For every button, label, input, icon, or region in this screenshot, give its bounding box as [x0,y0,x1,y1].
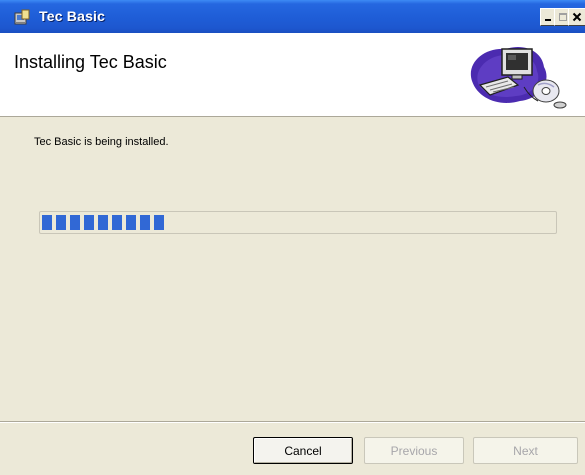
close-icon [572,12,582,22]
status-text: Tec Basic is being installed. [34,136,169,148]
installer-window: Tec Basic Installing Tec Basic Tec Basic… [0,0,585,475]
maximize-icon [559,13,567,21]
close-button[interactable] [568,8,585,26]
progress-fill [42,215,164,230]
installer-icon [14,9,31,26]
previous-button[interactable]: Previous [364,437,464,464]
cancel-button[interactable]: Cancel [253,437,353,464]
window-title: Tec Basic [39,8,106,24]
computer-cd-illustration [464,41,569,109]
page-title: Installing Tec Basic [14,52,167,72]
header-banner: Installing Tec Basic [0,33,585,117]
progress-bar [39,211,557,234]
minimize-icon [545,19,551,21]
footer-divider [0,421,585,423]
next-button[interactable]: Next [473,437,578,464]
title-bar[interactable]: Tec Basic [0,0,585,33]
